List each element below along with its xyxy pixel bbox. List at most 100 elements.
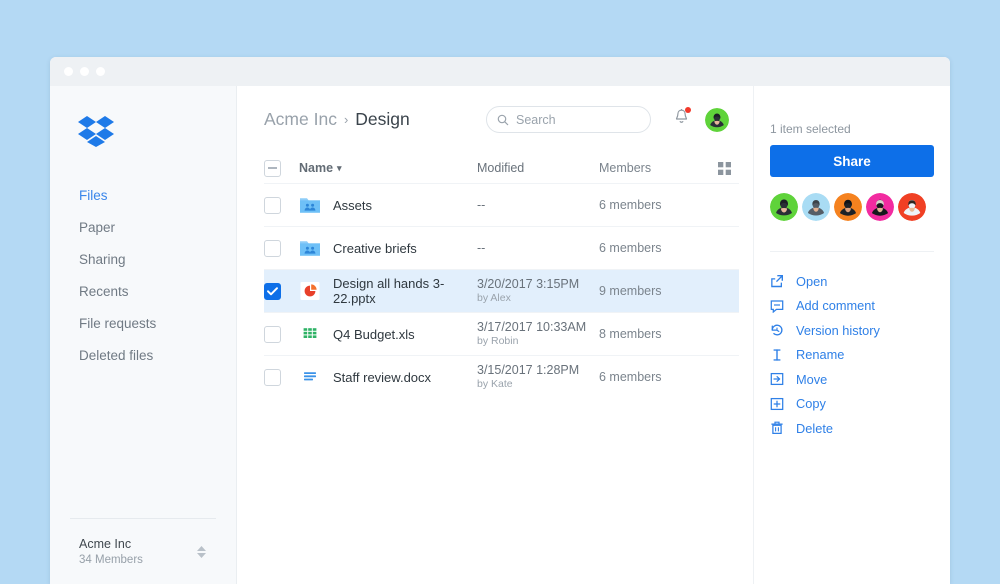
sidebar-item-label: Files — [79, 187, 108, 203]
row-members-cell: 9 members — [599, 284, 662, 298]
row-select-cell[interactable] — [264, 196, 299, 214]
account-name: Acme Inc — [79, 536, 132, 551]
row-select-cell[interactable] — [264, 325, 299, 343]
sidebar-item-file-requests[interactable]: File requests — [50, 307, 236, 339]
action-copy[interactable]: Copy — [770, 392, 934, 417]
app-window: Files Paper Sharing Recents File request… — [50, 57, 950, 584]
external-link-icon — [771, 275, 783, 288]
account-switcher[interactable]: Acme Inc 34 Members — [70, 518, 216, 584]
table-row[interactable]: Design all hands 3-22.pptx 3/20/2017 3:1… — [264, 269, 739, 312]
sidebar-item-paper[interactable]: Paper — [50, 211, 236, 243]
user-avatar[interactable] — [705, 107, 729, 132]
row-checkbox[interactable] — [264, 368, 281, 386]
modified-date: 3/17/2017 10:33AM — [477, 320, 587, 334]
file-name: Creative briefs — [333, 240, 417, 256]
breadcrumb-root[interactable]: Acme Inc — [264, 109, 337, 130]
modified-date: -- — [477, 197, 486, 212]
close-dot[interactable] — [64, 67, 73, 76]
minimize-dot[interactable] — [80, 67, 89, 76]
account-info: Acme Inc 34 Members — [70, 536, 197, 568]
column-header-name[interactable]: Name ▾ — [299, 161, 477, 175]
action-move[interactable]: Move — [770, 367, 934, 392]
row-members-cell: 8 members — [599, 327, 662, 341]
table-row[interactable]: Creative briefs -- 6 members — [264, 226, 739, 269]
sidebar-item-files[interactable]: Files — [50, 179, 236, 211]
row-modified-cell: -- — [477, 198, 599, 213]
selection-status: 1 item selected — [770, 122, 851, 136]
grid-view-icon[interactable] — [709, 161, 739, 175]
row-checkbox[interactable] — [264, 196, 281, 214]
top-bar: Acme Inc › Design — [237, 86, 753, 153]
sidebar-item-deleted-files[interactable]: Deleted files — [50, 339, 236, 371]
select-all-checkbox[interactable] — [264, 159, 281, 177]
action-delete[interactable]: Delete — [770, 416, 934, 441]
main-area: Acme Inc › Design Search Name ▾ Modified… — [237, 86, 950, 584]
member-avatar-5[interactable] — [898, 193, 926, 221]
member-avatar-list — [770, 193, 934, 221]
notifications-button[interactable] — [673, 107, 691, 131]
comment-icon — [770, 300, 784, 313]
row-members-cell: 6 members — [599, 198, 662, 212]
action-label: Rename — [796, 347, 845, 363]
maximize-dot[interactable] — [96, 67, 105, 76]
action-version-history[interactable]: Version history — [770, 318, 934, 343]
sidebar-item-label: File requests — [79, 315, 157, 331]
row-members-cell: 6 members — [599, 241, 662, 255]
row-modified-cell: 3/20/2017 3:15PM by Alex — [477, 277, 599, 305]
share-button[interactable]: Share — [770, 145, 934, 177]
select-all-cell[interactable] — [264, 159, 299, 177]
search-box[interactable] — [486, 106, 651, 133]
action-add-comment[interactable]: Add comment — [770, 294, 934, 319]
modified-by: by Alex — [477, 292, 511, 304]
sidebar-item-recents[interactable]: Recents — [50, 275, 236, 307]
row-select-cell[interactable] — [264, 368, 299, 386]
file-name: Q4 Budget.xls — [333, 326, 415, 342]
row-select-cell[interactable] — [264, 239, 299, 257]
chevron-up-down-icon[interactable] — [197, 545, 216, 558]
modified-date: 3/15/2017 1:28PM — [477, 363, 580, 377]
column-header-modified[interactable]: Modified — [477, 161, 599, 176]
row-modified-cell: -- — [477, 241, 599, 256]
sort-caret-icon: ▾ — [337, 162, 342, 173]
breadcrumb-current[interactable]: Design — [355, 109, 409, 130]
member-avatar-3[interactable] — [834, 193, 862, 221]
modified-by: by Kate — [477, 378, 513, 390]
search-icon — [497, 114, 509, 125]
breadcrumb-separator: › — [343, 112, 349, 127]
search-input[interactable] — [516, 112, 636, 127]
column-header-name-label: Name — [299, 161, 334, 175]
member-avatar-2[interactable] — [802, 193, 830, 221]
shared-folder-icon — [300, 198, 320, 213]
row-checkbox[interactable] — [264, 239, 281, 257]
powerpoint-file-icon — [300, 282, 320, 300]
modified-date: 3/20/2017 3:15PM — [477, 277, 580, 291]
details-panel: 1 item selected Share Open Add comment V… — [753, 86, 950, 584]
table-row[interactable]: Q4 Budget.xls 3/17/2017 10:33AM by Robin… — [264, 312, 739, 355]
column-header-members[interactable]: Members — [599, 161, 709, 175]
action-rename[interactable]: Rename — [770, 343, 934, 368]
row-members-cell: 6 members — [599, 370, 662, 384]
action-list: Open Add comment Version history Rename … — [770, 251, 934, 441]
row-checkbox[interactable] — [264, 325, 281, 343]
trash-icon — [771, 421, 783, 435]
table-row[interactable]: Staff review.docx 3/15/2017 1:28PM by Ka… — [264, 355, 739, 398]
sidebar-nav: Files Paper Sharing Recents File request… — [50, 179, 236, 371]
dropbox-logo-icon[interactable] — [78, 115, 236, 152]
row-select-cell[interactable] — [264, 282, 299, 300]
row-name-cell: Creative briefs — [299, 237, 477, 259]
row-checkbox[interactable] — [264, 282, 281, 300]
action-open[interactable]: Open — [770, 269, 934, 294]
file-name: Design all hands 3-22.pptx — [333, 276, 445, 306]
file-name: Staff review.docx — [333, 369, 432, 385]
action-label: Move — [796, 371, 828, 387]
member-avatar-1[interactable] — [770, 193, 798, 221]
history-icon — [771, 324, 783, 336]
table-row[interactable]: Assets -- 6 members — [264, 183, 739, 226]
row-modified-cell: 3/17/2017 10:33AM by Robin — [477, 320, 599, 348]
sidebar: Files Paper Sharing Recents File request… — [50, 86, 237, 584]
sidebar-item-sharing[interactable]: Sharing — [50, 243, 236, 275]
member-avatar-4[interactable] — [866, 193, 894, 221]
window-body: Files Paper Sharing Recents File request… — [50, 86, 950, 584]
row-name-cell: Staff review.docx — [299, 366, 477, 388]
account-member-count: 34 Members — [79, 553, 143, 566]
